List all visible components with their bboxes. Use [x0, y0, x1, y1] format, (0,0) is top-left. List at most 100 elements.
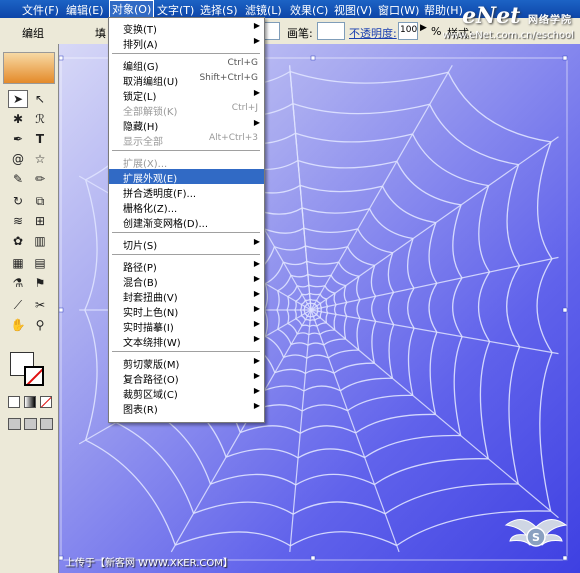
menu-filter[interactable]: 滤镜(L) [245, 2, 282, 18]
menu-file[interactable]: 文件(F) [22, 2, 59, 18]
rotate-tool-icon[interactable]: ↻ [8, 192, 28, 210]
menu-item-label: 实时上色(N) [123, 308, 179, 319]
menu-item-label: 切片(S) [123, 241, 158, 252]
live-paint-icon[interactable]: ⚑ [30, 274, 50, 292]
object-menu-item[interactable]: 隐藏(H) ▶ [109, 117, 264, 133]
web-spoke [289, 309, 312, 553]
hand-tool-icon[interactable]: ✋ [8, 316, 28, 334]
color-mode-button[interactable] [8, 396, 20, 408]
menu-item-label: 变换(T) [123, 25, 157, 36]
gradient-tool-icon[interactable]: ▤ [30, 254, 50, 272]
menu-item-label: 拼合透明度(F)... [123, 189, 197, 200]
menu-help[interactable]: 帮助(H) [424, 2, 463, 18]
warp-tool-icon[interactable]: ≋ [8, 212, 28, 230]
submenu-arrow-icon: ▶ [253, 88, 260, 97]
object-menu-item[interactable]: 实时描摹(I) ▶ [109, 318, 264, 334]
none-mode-button[interactable] [40, 396, 52, 408]
object-menu-item[interactable]: 切片(S) ▶ [109, 236, 264, 252]
object-menu-item[interactable]: 混合(B) ▶ [109, 273, 264, 289]
menu-item-label: 锁定(L) [123, 92, 157, 103]
illustrator-flower-logo [3, 52, 55, 84]
zoom-tool-icon[interactable]: ⚲ [30, 316, 50, 334]
menu-separator [112, 53, 260, 54]
screen-mode-menu[interactable] [24, 418, 37, 430]
scale-tool-icon[interactable]: ⧉ [30, 192, 50, 210]
opacity-value: 100 [400, 25, 418, 35]
gradient-mode-button[interactable] [24, 396, 36, 408]
menu-item-label: 全部解锁(K) [123, 107, 178, 118]
menu-item-shortcut: Ctrl+G [227, 58, 258, 68]
graph-tool-icon[interactable]: ▥ [30, 232, 50, 250]
menu-item-label: 复合路径(O) [123, 375, 179, 386]
enet-logo: eNet 网络学院 [462, 3, 572, 29]
lasso-icon[interactable]: ℛ [30, 110, 50, 128]
scissors-icon[interactable]: ✂ [30, 296, 50, 314]
magic-wand-icon[interactable]: ✱ [8, 110, 28, 128]
menu-item-shortcut: Alt+Ctrl+3 [208, 133, 258, 143]
submenu-arrow-icon: ▶ [253, 371, 260, 380]
object-menu-item[interactable]: 创建渐变网格(D)... [109, 214, 264, 230]
selection-tool-icon[interactable]: ➤ [8, 90, 28, 108]
opacity-arrow-icon[interactable]: ▶ [420, 23, 427, 33]
menu-item-label: 隐藏(H) [123, 122, 159, 133]
menu-item-label: 取消编组(U) [123, 77, 179, 88]
menu-edit[interactable]: 编辑(E) [66, 2, 104, 18]
menu-object[interactable]: 对象(O) [108, 0, 155, 18]
brush-label: 画笔: [287, 27, 313, 40]
none-slash-icon [26, 368, 42, 384]
menu-item-label: 实时描摹(I) [123, 323, 174, 334]
object-menu-item[interactable]: 锁定(L) ▶ [109, 87, 264, 103]
mesh-tool-icon[interactable]: ▦ [8, 254, 28, 272]
logo-url: www.eNet.com.cn/eschool [442, 30, 574, 41]
brush-dropdown[interactable] [317, 22, 345, 40]
object-menu-item[interactable]: 实时上色(N) ▶ [109, 303, 264, 319]
object-menu-item[interactable]: 编组(G) Ctrl+G [109, 57, 264, 73]
screen-mode-full[interactable] [40, 418, 53, 430]
winged-badge-logo: S [504, 519, 568, 547]
menu-type[interactable]: 文字(T) [157, 2, 194, 18]
bounding-box-handle [59, 55, 64, 61]
eyedropper-icon[interactable]: ⚗ [8, 274, 28, 292]
opacity-label[interactable]: 不透明度: [349, 25, 397, 41]
object-menu-item[interactable]: 扩展外观(E) [109, 169, 264, 185]
symbol-sprayer-icon[interactable]: ✿ [8, 232, 28, 250]
object-menu-item[interactable]: 变换(T) ▶ [109, 20, 264, 36]
screen-mode-normal[interactable] [8, 418, 21, 430]
object-menu-item[interactable]: 拼合透明度(F)... [109, 184, 264, 200]
menu-item-label: 剪切蒙版(M) [123, 360, 180, 371]
menu-select[interactable]: 选择(S) [200, 2, 238, 18]
object-menu-item[interactable]: 剪切蒙版(M) ▶ [109, 355, 264, 371]
object-menu-item[interactable]: 文本绕排(W) ▶ [109, 333, 264, 349]
opacity-input[interactable]: 100 [398, 22, 418, 40]
submenu-arrow-icon: ▶ [253, 304, 260, 313]
object-menu-item[interactable]: 取消编组(U) Shift+Ctrl+G [109, 72, 264, 88]
paintbrush-icon[interactable]: ✎ [8, 170, 28, 188]
direct-selection-tool-icon[interactable]: ↖ [30, 90, 50, 108]
type-tool-icon[interactable]: T [30, 130, 50, 148]
object-menu-item[interactable]: 裁剪区域(C) ▶ [109, 385, 264, 401]
free-transform-icon[interactable]: ⊞ [30, 212, 50, 230]
pencil-icon[interactable]: ✏ [30, 170, 50, 188]
slice-tool-icon[interactable]: ⟋ [8, 296, 28, 314]
menu-item-shortcut: Ctrl+J [231, 103, 258, 113]
object-menu-item[interactable]: 封套扭曲(V) ▶ [109, 288, 264, 304]
spiral-tool-icon[interactable]: @ [8, 150, 28, 168]
bounding-box-handle [562, 55, 568, 61]
menu-window[interactable]: 窗口(W) [378, 2, 419, 18]
object-menu-item[interactable]: 复合路径(O) ▶ [109, 370, 264, 386]
submenu-arrow-icon: ▶ [253, 259, 260, 268]
object-menu-item[interactable]: 排列(A) ▶ [109, 35, 264, 51]
stroke-color-swatch[interactable] [24, 366, 44, 386]
menu-item-label: 扩展(X)... [123, 159, 168, 170]
object-menu-item[interactable]: 图表(R) ▶ [109, 400, 264, 416]
pen-tool-icon[interactable]: ✒ [8, 130, 28, 148]
menu-effect[interactable]: 效果(C) [290, 2, 328, 18]
menu-item-label: 扩展外观(E) [123, 174, 178, 185]
object-menu-item[interactable]: 栅格化(Z)... [109, 199, 264, 215]
star-tool-icon[interactable]: ☆ [30, 150, 50, 168]
object-menu-item[interactable]: 路径(P) ▶ [109, 258, 264, 274]
menu-view[interactable]: 视图(V) [334, 2, 372, 18]
menu-item-label: 封套扭曲(V) [123, 293, 178, 304]
menu-separator [112, 254, 260, 255]
upload-watermark: 上传于【新客网 WWW.XKER.COM】 [65, 558, 233, 569]
